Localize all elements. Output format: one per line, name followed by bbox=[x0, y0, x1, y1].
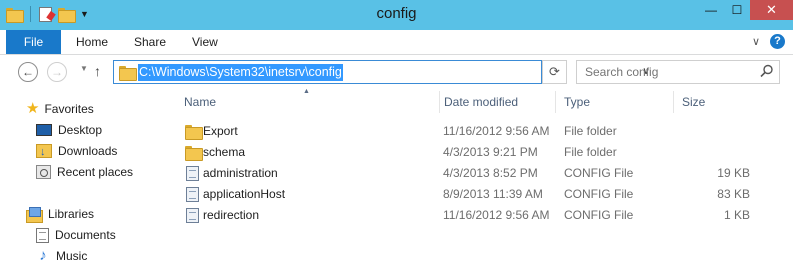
file-row-administration[interactable]: administration 4/3/2013 8:52 PM CONFIG F… bbox=[172, 163, 793, 184]
title-bar: ▼ config — ☐ ✕ bbox=[0, 0, 793, 30]
file-date: 4/3/2013 9:21 PM bbox=[443, 145, 538, 159]
file-row-export[interactable]: Export 11/16/2012 9:56 AM File folder bbox=[172, 121, 793, 142]
folder-icon bbox=[119, 66, 137, 81]
chevron-down-icon[interactable]: ∨ bbox=[752, 35, 760, 48]
file-size bbox=[682, 142, 750, 163]
address-row: ← → ▼ ↑ C:\Windows\System32\inetsrv\conf… bbox=[0, 56, 793, 88]
nav-item-documents[interactable]: Documents bbox=[36, 225, 116, 245]
file-date: 11/16/2012 9:56 AM bbox=[443, 124, 550, 138]
recent-locations-dropdown-icon[interactable]: ▼ bbox=[80, 64, 88, 73]
address-path[interactable]: C:\Windows\System32\inetsrv\config bbox=[138, 64, 343, 81]
nav-item-label: Desktop bbox=[58, 123, 103, 137]
tab-share[interactable]: Share bbox=[134, 30, 166, 54]
back-button[interactable]: ← bbox=[18, 62, 38, 82]
file-row-schema[interactable]: schema 4/3/2013 9:21 PM File folder bbox=[172, 142, 793, 163]
nav-libraries[interactable]: Libraries bbox=[26, 204, 94, 224]
tab-home[interactable]: Home bbox=[76, 30, 108, 54]
forward-button[interactable]: → bbox=[47, 62, 67, 82]
nav-item-music[interactable]: ♪ Music bbox=[36, 246, 87, 266]
music-icon: ♪ bbox=[39, 247, 47, 264]
star-icon: ★ bbox=[26, 100, 40, 117]
minimize-button[interactable]: — bbox=[698, 0, 724, 20]
file-type: CONFIG File bbox=[564, 166, 634, 180]
file-row-redirection[interactable]: redirection 11/16/2012 9:56 AM CONFIG Fi… bbox=[172, 205, 793, 226]
file-size: 19 KB bbox=[717, 166, 750, 180]
close-button[interactable]: ✕ bbox=[750, 0, 793, 20]
file-date: 4/3/2013 8:52 PM bbox=[443, 166, 538, 180]
search-box bbox=[576, 60, 780, 84]
folder-icon bbox=[185, 125, 203, 140]
ribbon-controls: ∨ ? bbox=[752, 34, 785, 49]
window-title: config bbox=[376, 5, 417, 22]
search-icon[interactable] bbox=[760, 64, 774, 78]
file-name: applicationHost bbox=[203, 187, 286, 201]
file-size: 1 KB bbox=[723, 208, 750, 222]
nav-favorites[interactable]: ★ Favorites bbox=[26, 99, 94, 119]
file-name: administration bbox=[203, 166, 278, 180]
file-name: schema bbox=[203, 145, 246, 159]
nav-item-recent-places[interactable]: Recent places bbox=[36, 162, 133, 182]
tab-file[interactable]: File bbox=[6, 30, 61, 54]
file-type: CONFIG File bbox=[564, 208, 634, 222]
nav-libraries-label: Libraries bbox=[48, 207, 95, 221]
downloads-icon bbox=[36, 142, 52, 162]
nav-item-label: Documents bbox=[55, 228, 116, 242]
file-type: CONFIG File bbox=[564, 187, 634, 201]
help-icon[interactable]: ? bbox=[770, 34, 785, 49]
libraries-icon bbox=[26, 207, 43, 223]
documents-icon bbox=[36, 227, 49, 243]
file-list: ▲ Name Date modified Type Size Export 11… bbox=[172, 88, 793, 273]
nav-item-downloads[interactable]: Downloads bbox=[36, 141, 118, 162]
address-bar[interactable]: C:\Windows\System32\inetsrv\config ∨ bbox=[113, 60, 650, 84]
desktop-icon bbox=[36, 124, 52, 136]
config-file-icon bbox=[186, 208, 199, 223]
file-row-applicationhost[interactable]: applicationHost 8/9/2013 11:39 AM CONFIG… bbox=[172, 184, 793, 205]
folder-icon bbox=[185, 146, 203, 161]
file-type: File folder bbox=[564, 145, 617, 159]
refresh-button[interactable]: ⟳ bbox=[542, 60, 567, 84]
maximize-button[interactable]: ☐ bbox=[724, 0, 750, 20]
config-file-icon bbox=[186, 166, 199, 181]
file-type: File folder bbox=[564, 124, 617, 138]
nav-item-label: Downloads bbox=[58, 144, 118, 158]
file-date: 8/9/2013 11:39 AM bbox=[443, 187, 543, 201]
recent-places-icon bbox=[36, 165, 51, 179]
column-header-date-modified[interactable]: Date modified bbox=[436, 91, 556, 113]
file-size: 83 KB bbox=[717, 187, 750, 201]
navigation-pane: ★ Favorites Desktop Downloads Recent pla… bbox=[0, 88, 172, 273]
file-date: 11/16/2012 9:56 AM bbox=[443, 208, 550, 222]
config-file-icon bbox=[186, 187, 199, 202]
search-input[interactable] bbox=[577, 61, 757, 83]
nav-item-label: Music bbox=[56, 249, 88, 263]
file-size bbox=[682, 121, 750, 142]
tab-view[interactable]: View bbox=[192, 30, 218, 54]
nav-favorites-label: Favorites bbox=[44, 102, 94, 116]
column-header-size[interactable]: Size bbox=[674, 91, 759, 113]
nav-item-label: Recent places bbox=[57, 165, 134, 179]
file-name: redirection bbox=[203, 208, 260, 222]
nav-item-desktop[interactable]: Desktop bbox=[36, 120, 102, 140]
column-header-name[interactable]: Name bbox=[176, 91, 440, 113]
file-name: Export bbox=[203, 124, 238, 138]
up-arrow-icon[interactable]: ↑ bbox=[94, 63, 101, 79]
column-header-type[interactable]: Type bbox=[556, 91, 674, 113]
ribbon-tabs: File Home Share View ∨ ? bbox=[0, 30, 793, 55]
